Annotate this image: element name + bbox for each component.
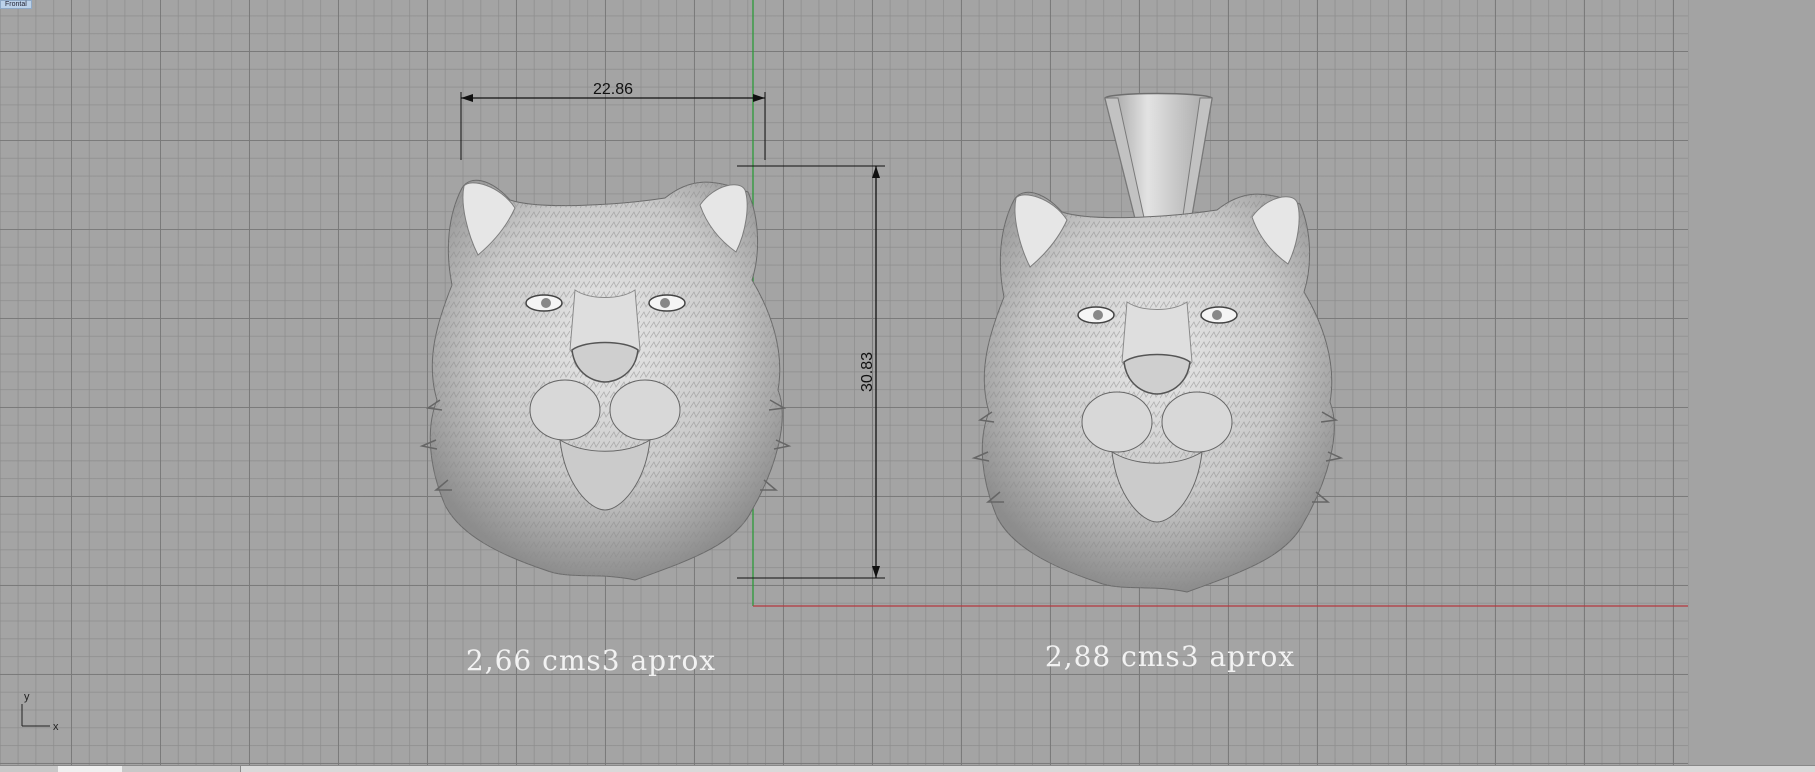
height-dimension-value: 30.83: [859, 352, 876, 392]
width-dimension[interactable]: 22.86: [460, 81, 766, 160]
viewport-tab-4[interactable]: [180, 766, 241, 772]
axis-x-label: x: [53, 721, 59, 733]
viewport-tab-2[interactable]: [58, 766, 123, 772]
viewport-tab-1[interactable]: [0, 766, 59, 772]
right-volume-caption: 2,88 cms3 aprox: [1045, 640, 1295, 673]
axis-y-label: y: [24, 691, 30, 703]
perspective-viewport[interactable]: Frontal 22.86 30.83 2,66 cms3 aprox 2,88…: [0, 0, 1688, 765]
tiger-pendant-model[interactable]: [971, 92, 1344, 593]
axis-indicator: y x: [21, 691, 59, 733]
width-dimension-value: 22.86: [593, 81, 633, 98]
tiger-head-model[interactable]: [419, 179, 792, 581]
viewport-tab-3[interactable]: [122, 766, 181, 772]
left-volume-caption: 2,66 cms3 aprox: [466, 644, 716, 677]
side-panel: [1688, 0, 1815, 765]
viewport-scene: 22.86 30.83 2,66 cms3 aprox 2,88 cms3 ap…: [21, 0, 1688, 733]
